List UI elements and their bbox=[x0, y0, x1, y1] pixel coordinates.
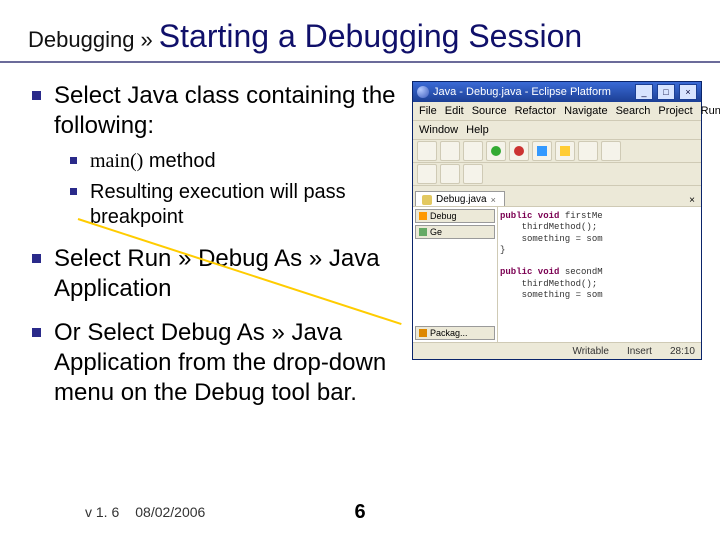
page-title: Starting a Debugging Session bbox=[159, 18, 582, 55]
view-debug[interactable]: Debug bbox=[415, 209, 495, 223]
eclipse-icon bbox=[417, 86, 429, 98]
new-icon[interactable] bbox=[417, 141, 437, 161]
menu-edit[interactable]: Edit bbox=[445, 105, 464, 117]
tool2-icon[interactable] bbox=[555, 141, 575, 161]
ge-view-icon bbox=[419, 228, 427, 236]
java-file-icon bbox=[422, 195, 432, 205]
bullet-debug-toolbar: Or Select Debug As » Java Application fr… bbox=[28, 318, 404, 408]
menu-file[interactable]: File bbox=[419, 105, 437, 117]
bullet-run-debug: Select Run » Debug As » Java Application bbox=[28, 244, 404, 304]
eclipse-screenshot: Java - Debug.java - Eclipse Platform _ □… bbox=[412, 81, 702, 360]
menu-source[interactable]: Source bbox=[472, 105, 507, 117]
menu-bar[interactable]: File Edit Source Refactor Navigate Searc… bbox=[413, 102, 701, 121]
toolbar bbox=[413, 140, 701, 163]
view-ge[interactable]: Ge bbox=[415, 225, 495, 239]
menu-project[interactable]: Project bbox=[658, 105, 692, 117]
menu-run[interactable]: Run bbox=[701, 105, 720, 117]
toolbar-2 bbox=[413, 163, 701, 186]
minimize-button[interactable]: _ bbox=[635, 84, 653, 100]
tab-label: Debug.java bbox=[436, 194, 487, 205]
subbullet-main-rest: method bbox=[143, 150, 215, 172]
code-editor[interactable]: public void firstMe thirdMethod(); somet… bbox=[498, 207, 701, 342]
editor-tabs: Debug.java × × bbox=[413, 186, 701, 207]
tab-close-icon[interactable]: × bbox=[491, 195, 496, 205]
window-title: Java - Debug.java - Eclipse Platform bbox=[433, 86, 631, 98]
menu-navigate[interactable]: Navigate bbox=[564, 105, 607, 117]
status-writable: Writable bbox=[572, 346, 609, 357]
tool-icon[interactable] bbox=[532, 141, 552, 161]
menu-search[interactable]: Search bbox=[616, 105, 651, 117]
status-position: 28:10 bbox=[670, 346, 695, 357]
tab-debug-java[interactable]: Debug.java × bbox=[415, 191, 505, 206]
view-packages[interactable]: Packag... bbox=[415, 326, 495, 340]
nav-back-icon[interactable] bbox=[417, 164, 437, 184]
tool4-icon[interactable] bbox=[601, 141, 621, 161]
status-bar: Writable Insert 28:10 bbox=[413, 342, 701, 359]
footer-version: v 1. 6 bbox=[85, 504, 119, 520]
run-icon[interactable] bbox=[486, 141, 506, 161]
window-titlebar: Java - Debug.java - Eclipse Platform _ □… bbox=[413, 82, 701, 102]
breadcrumb: Debugging » bbox=[28, 27, 153, 53]
menu-refactor[interactable]: Refactor bbox=[515, 105, 557, 117]
bullet-select-class: Select Java class containing the followi… bbox=[28, 81, 404, 230]
tool5-icon[interactable] bbox=[463, 164, 483, 184]
debug-view-icon bbox=[419, 212, 427, 220]
view-packages-label: Packag... bbox=[430, 328, 468, 338]
subbullet-breakpoint: Resulting execution will pass breakpoint bbox=[68, 180, 404, 230]
side-panel: Debug Ge Packag... bbox=[413, 207, 498, 342]
save-icon[interactable] bbox=[440, 141, 460, 161]
nav-fwd-icon[interactable] bbox=[440, 164, 460, 184]
code-main: main() bbox=[90, 150, 143, 172]
subbullet-main: main() method bbox=[68, 149, 404, 174]
status-insert: Insert bbox=[627, 346, 652, 357]
print-icon[interactable] bbox=[463, 141, 483, 161]
maximize-button[interactable]: □ bbox=[657, 84, 675, 100]
footer-page: 6 bbox=[354, 501, 365, 524]
menu-help[interactable]: Help bbox=[466, 124, 489, 136]
tool3-icon[interactable] bbox=[578, 141, 598, 161]
menu-bar-2[interactable]: Window Help bbox=[413, 121, 701, 140]
bullet-text: Select Java class containing the followi… bbox=[54, 82, 396, 139]
title-row: Debugging » Starting a Debugging Session bbox=[0, 0, 720, 63]
footer-date: 08/02/2006 bbox=[135, 504, 205, 520]
footer: v 1. 6 08/02/2006 6 bbox=[0, 504, 720, 520]
view-ge-label: Ge bbox=[430, 227, 442, 237]
tab-menu-icon[interactable]: × bbox=[685, 195, 699, 206]
debug-icon[interactable] bbox=[509, 141, 529, 161]
menu-window[interactable]: Window bbox=[419, 124, 458, 136]
close-button[interactable]: × bbox=[679, 84, 697, 100]
view-debug-label: Debug bbox=[430, 211, 457, 221]
package-icon bbox=[419, 329, 427, 337]
